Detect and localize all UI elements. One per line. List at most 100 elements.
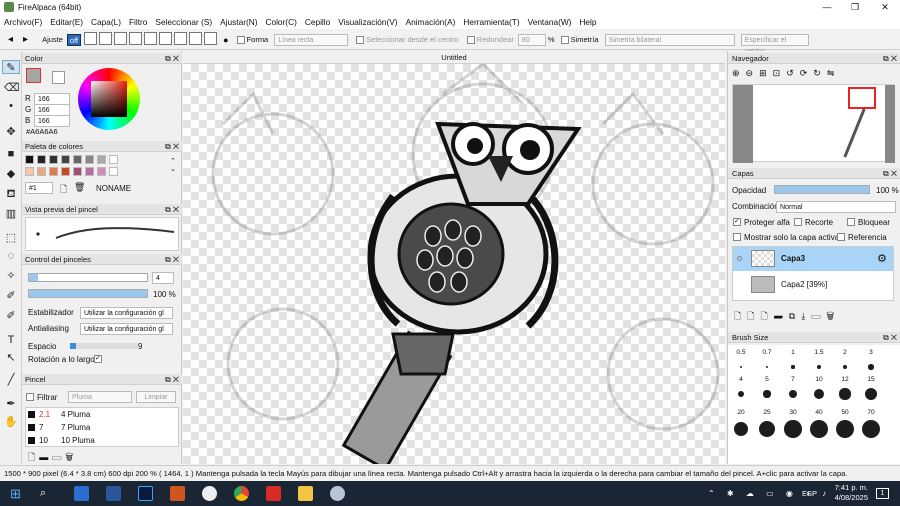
rotate-reset-icon[interactable]: ⟳ bbox=[800, 68, 814, 78]
brush-size-dot[interactable] bbox=[813, 388, 825, 400]
app-acrobat-icon[interactable] bbox=[266, 486, 281, 501]
specify-center-button[interactable]: Especificar el centro bbox=[740, 33, 809, 55]
delete-layer-icon[interactable]: 🗑 bbox=[826, 311, 840, 321]
brush-size-dot[interactable] bbox=[788, 389, 798, 399]
palette-swatch[interactable] bbox=[25, 155, 34, 164]
new-8bit-layer-icon[interactable]: 🗋 bbox=[747, 311, 760, 321]
pen-tool-icon[interactable]: ✎ bbox=[2, 60, 20, 74]
visibility-icon[interactable] bbox=[737, 256, 742, 261]
brush-size-slider[interactable] bbox=[28, 273, 148, 282]
panel-controls-icon[interactable]: ⧉ ✕ bbox=[883, 53, 897, 64]
color-wheel[interactable] bbox=[78, 68, 140, 130]
palette-swatch[interactable] bbox=[109, 167, 118, 176]
fill-shape-icon[interactable]: ◆ bbox=[4, 167, 18, 181]
new-folder-icon[interactable]: ▰ bbox=[774, 311, 789, 321]
brush-size-dot[interactable] bbox=[765, 365, 769, 369]
panel-controls-icon[interactable]: ⧉ ✕ bbox=[165, 204, 179, 215]
app-explorer-icon[interactable] bbox=[298, 486, 313, 501]
palette-swatch[interactable] bbox=[85, 155, 94, 164]
show-active-checkbox[interactable] bbox=[733, 233, 741, 241]
move-tool-icon[interactable]: ✥ bbox=[4, 125, 18, 139]
brush-list-item[interactable]: 10 10 Pluma bbox=[26, 434, 178, 447]
foreground-color-swatch[interactable] bbox=[26, 68, 41, 83]
menu-select[interactable]: Seleccionar (S) bbox=[151, 17, 216, 27]
brush-size-dot[interactable] bbox=[733, 421, 749, 437]
maximize-button[interactable]: ❐ bbox=[840, 0, 870, 14]
menu-layer[interactable]: Capa(L) bbox=[87, 17, 125, 27]
rotate-right-icon[interactable]: ↻ bbox=[813, 68, 827, 78]
select-pen-icon[interactable]: ✐ bbox=[4, 289, 18, 303]
brush-size-dot[interactable] bbox=[864, 387, 878, 401]
brush-size-dot[interactable] bbox=[737, 390, 745, 398]
menu-animation[interactable]: Animación(A) bbox=[402, 17, 460, 27]
color-square[interactable] bbox=[91, 81, 127, 117]
minimize-button[interactable]: — bbox=[812, 0, 842, 14]
redo-icon[interactable]: ▸ bbox=[23, 34, 28, 45]
new-palette-icon[interactable]: 🗋 bbox=[60, 182, 67, 198]
blend-mode-select[interactable]: Normal bbox=[776, 201, 896, 213]
palette-index-select[interactable]: #1 bbox=[25, 182, 53, 194]
symmetry-select[interactable]: Simetría bilateral bbox=[604, 33, 735, 46]
navigator-thumbnail[interactable] bbox=[732, 84, 895, 163]
reference-checkbox[interactable] bbox=[837, 233, 845, 241]
palette-scroll-icon[interactable]: ⌃ ⌄ bbox=[170, 157, 176, 173]
snap-circle-icon[interactable] bbox=[144, 32, 158, 45]
eyedropper-tool-icon[interactable]: ✒ bbox=[4, 397, 18, 411]
lasso-tool-icon[interactable]: ◌ bbox=[4, 249, 18, 263]
brush-list-item[interactable]: 7 7 Pluma bbox=[26, 421, 178, 434]
palette-swatch[interactable] bbox=[97, 167, 106, 176]
antialias-select[interactable]: Utilizar la configuración gl bbox=[80, 323, 173, 335]
app-word-icon[interactable] bbox=[106, 486, 121, 501]
snap-radial-icon[interactable] bbox=[129, 32, 143, 45]
select-tool-icon[interactable]: ⬚ bbox=[4, 231, 18, 245]
fit-icon[interactable]: ⊞ bbox=[759, 68, 773, 78]
flip-icon[interactable]: ⇋ bbox=[827, 68, 841, 78]
app-photoshop-icon[interactable] bbox=[138, 486, 153, 501]
delete-palette-icon[interactable]: 🗑 bbox=[74, 182, 85, 193]
menu-color[interactable]: Color(C) bbox=[261, 17, 300, 27]
menu-file[interactable]: Archivo(F) bbox=[0, 17, 46, 27]
palette-swatch[interactable] bbox=[73, 155, 82, 164]
tray-time[interactable]: 7:41 p. m. bbox=[826, 483, 868, 492]
snap-grid-icon[interactable] bbox=[174, 32, 188, 45]
snap-cross-icon[interactable] bbox=[99, 32, 113, 45]
stabilizer-select[interactable]: Utilizar la configuración gl bbox=[80, 307, 173, 319]
app-media-icon[interactable] bbox=[170, 486, 185, 501]
brush-size-dot[interactable] bbox=[839, 388, 851, 400]
palette-swatch[interactable] bbox=[49, 155, 58, 164]
delete-brush-icon[interactable]: 🗑 bbox=[65, 452, 77, 462]
menu-filter[interactable]: Filtro bbox=[125, 17, 151, 27]
dot-tool-icon[interactable]: • bbox=[4, 99, 18, 113]
spacing-slider[interactable] bbox=[70, 343, 138, 349]
start-icon[interactable]: ⊞ bbox=[10, 486, 25, 501]
palette-swatch[interactable] bbox=[109, 155, 118, 164]
search-icon[interactable]: ⌕ bbox=[40, 486, 55, 501]
rotate-left-icon[interactable]: ↺ bbox=[786, 68, 800, 78]
menu-window[interactable]: Ventana(W) bbox=[524, 17, 576, 27]
clipping-checkbox[interactable] bbox=[794, 218, 802, 226]
brush-size-dot[interactable] bbox=[810, 420, 828, 438]
menu-view[interactable]: Visualización(V) bbox=[334, 17, 401, 27]
snap-settings-icon[interactable] bbox=[204, 32, 218, 45]
new-brush-icon[interactable]: 🗋 bbox=[28, 452, 39, 462]
save-brush-icon[interactable]: ▭ bbox=[52, 452, 65, 462]
brush-size-dot[interactable] bbox=[784, 420, 802, 438]
brush-size-dot[interactable] bbox=[817, 365, 821, 369]
brush-size-input[interactable]: 4 bbox=[152, 272, 174, 284]
close-button[interactable]: ✕ bbox=[870, 0, 900, 14]
gradient-tool-icon[interactable]: ▥ bbox=[4, 207, 18, 221]
canvas[interactable] bbox=[183, 64, 725, 464]
duplicate-layer-icon[interactable]: ⧉ bbox=[789, 311, 801, 321]
bucket-tool-icon[interactable]: ⛾ bbox=[4, 187, 18, 201]
fill-rect-icon[interactable]: ■ bbox=[4, 147, 18, 161]
brush-opacity-slider[interactable] bbox=[28, 289, 148, 298]
tray-language[interactable]: ESP bbox=[802, 489, 817, 498]
eraser-tool-icon[interactable]: ⌫ bbox=[4, 81, 20, 95]
snap-vanish-icon[interactable] bbox=[114, 32, 128, 45]
brush-size-dot[interactable] bbox=[791, 365, 795, 369]
layer-row-active[interactable]: Capa3 ⚙ bbox=[733, 247, 893, 271]
snap-off-button[interactable]: off bbox=[66, 33, 82, 46]
clear-layer-icon[interactable]: ▭ bbox=[811, 311, 826, 321]
brush-size-dot[interactable] bbox=[759, 421, 775, 437]
zoom-out-icon[interactable]: ⊖ bbox=[746, 68, 760, 78]
